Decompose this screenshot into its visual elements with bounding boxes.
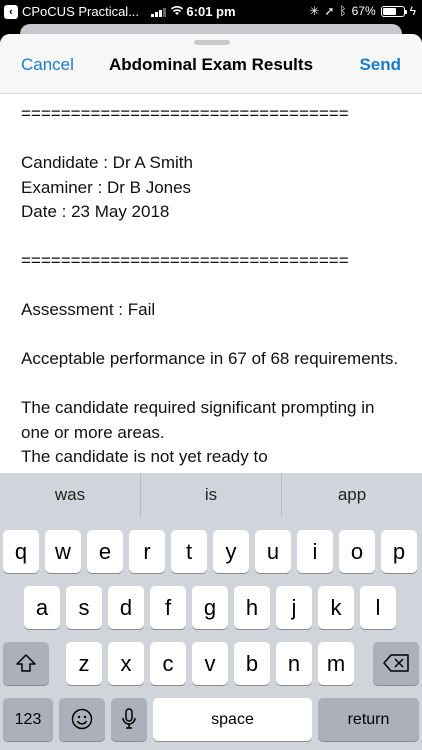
key-m[interactable]: m bbox=[318, 642, 354, 685]
performance-paragraph: Acceptable performance in 67 of 68 requi… bbox=[21, 349, 399, 368]
key-u[interactable]: u bbox=[255, 530, 291, 573]
keyboard: was is app q w e r t y u i o p a s d f g… bbox=[0, 473, 422, 750]
key-a[interactable]: a bbox=[24, 586, 60, 629]
key-z[interactable]: z bbox=[66, 642, 102, 685]
cut-off-line: The candidate is not yet ready to bbox=[21, 447, 268, 466]
charging-bolt-icon: ϟ bbox=[409, 4, 416, 18]
suggestion-3[interactable]: app bbox=[282, 473, 422, 517]
send-button[interactable]: Send bbox=[359, 55, 401, 75]
date-line: Date : 23 May 2018 bbox=[21, 202, 170, 221]
bluetooth-icon: ᛒ bbox=[339, 4, 347, 18]
space-key[interactable]: space bbox=[153, 698, 312, 741]
key-y[interactable]: y bbox=[213, 530, 249, 573]
battery-icon bbox=[380, 5, 407, 17]
suggestion-2[interactable]: is bbox=[141, 473, 282, 517]
separator-line: ================================= bbox=[21, 104, 349, 123]
key-r[interactable]: r bbox=[129, 530, 165, 573]
key-g[interactable]: g bbox=[192, 586, 228, 629]
key-e[interactable]: e bbox=[87, 530, 123, 573]
key-s[interactable]: s bbox=[66, 586, 102, 629]
key-p[interactable]: p bbox=[381, 530, 417, 573]
loading-spinner-icon: ✳ bbox=[309, 4, 320, 18]
key-f[interactable]: f bbox=[150, 586, 186, 629]
emoji-key[interactable] bbox=[59, 698, 105, 741]
key-d[interactable]: d bbox=[108, 586, 144, 629]
predictive-suggestions: was is app bbox=[0, 473, 422, 517]
key-n[interactable]: n bbox=[276, 642, 312, 685]
shift-key[interactable] bbox=[3, 642, 49, 685]
separator-line: ================================= bbox=[21, 251, 349, 270]
emoji-icon bbox=[71, 708, 93, 730]
cancel-button[interactable]: Cancel bbox=[21, 55, 74, 75]
status-bar: ‹ CPoCUS Practical... 6:01 pm ✳ ➚ ᛒ 67% … bbox=[0, 0, 422, 24]
key-q[interactable]: q bbox=[3, 530, 39, 573]
battery-percentage: 67% bbox=[351, 4, 376, 18]
return-key[interactable]: return bbox=[318, 698, 419, 741]
key-w[interactable]: w bbox=[45, 530, 81, 573]
dictation-key[interactable] bbox=[111, 698, 147, 741]
key-o[interactable]: o bbox=[339, 530, 375, 573]
microphone-icon bbox=[122, 708, 136, 729]
key-v[interactable]: v bbox=[192, 642, 228, 685]
key-k[interactable]: k bbox=[318, 586, 354, 629]
key-h[interactable]: h bbox=[234, 586, 270, 629]
key-l[interactable]: l bbox=[360, 586, 396, 629]
message-body[interactable]: ================================= Candid… bbox=[21, 102, 401, 470]
prompting-paragraph: The candidate required significant promp… bbox=[21, 398, 375, 442]
candidate-line: Candidate : Dr A Smith bbox=[21, 153, 193, 172]
battery-fill bbox=[382, 7, 397, 15]
shift-icon bbox=[16, 654, 36, 672]
numbers-key[interactable]: 123 bbox=[3, 698, 53, 741]
key-b[interactable]: b bbox=[234, 642, 270, 685]
assessment-line: Assessment : Fail bbox=[21, 300, 156, 319]
examiner-line: Examiner : Dr B Jones bbox=[21, 177, 192, 197]
key-c[interactable]: c bbox=[150, 642, 186, 685]
delete-key[interactable] bbox=[373, 642, 419, 685]
suggestion-1[interactable]: was bbox=[0, 473, 141, 517]
key-j[interactable]: j bbox=[276, 586, 312, 629]
key-x[interactable]: x bbox=[108, 642, 144, 685]
backspace-icon bbox=[383, 654, 409, 672]
key-t[interactable]: t bbox=[171, 530, 207, 573]
navigation-bar: Cancel Abdominal Exam Results Send bbox=[0, 34, 422, 94]
sheet-grabber[interactable] bbox=[194, 40, 230, 45]
key-i[interactable]: i bbox=[297, 530, 333, 573]
location-arrow-icon: ➚ bbox=[324, 4, 335, 18]
